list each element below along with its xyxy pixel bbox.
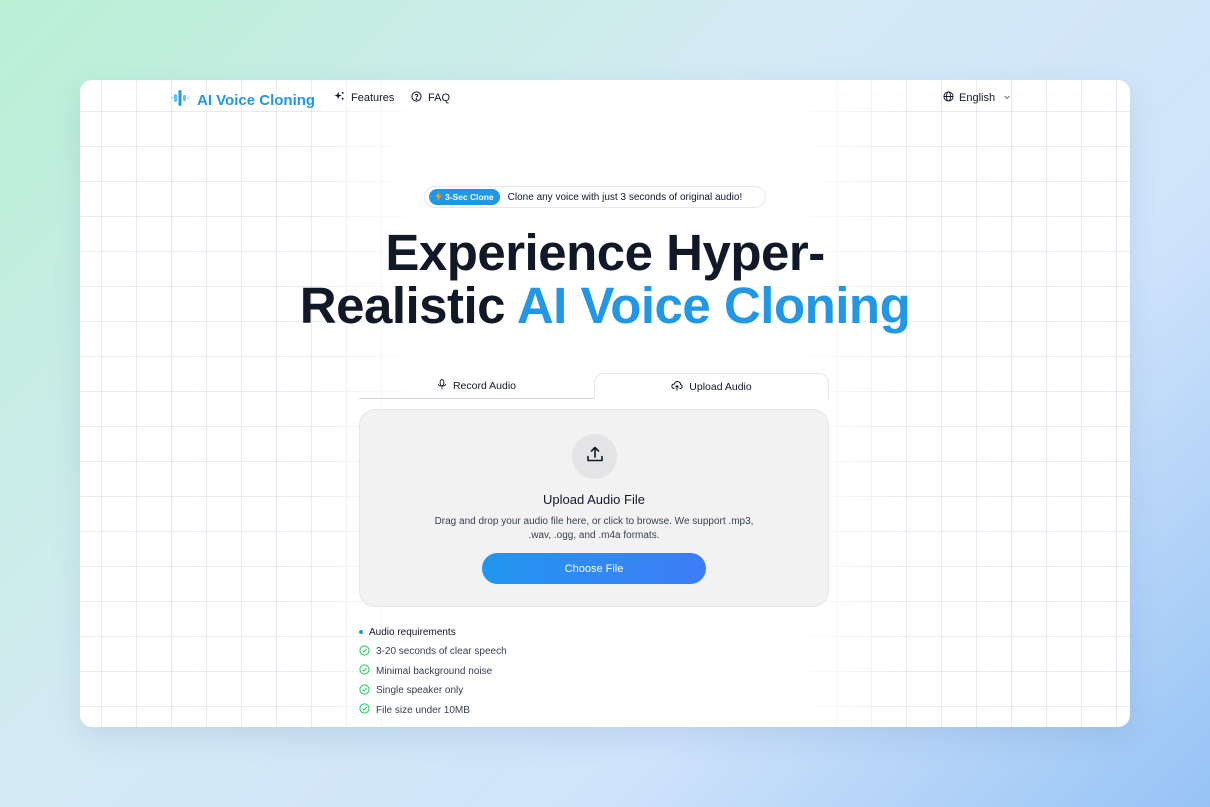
bullet-dot-icon xyxy=(359,630,363,634)
upload-title: Upload Audio File xyxy=(543,492,645,507)
tab-record-audio-label: Record Audio xyxy=(452,379,517,392)
question-circle-icon xyxy=(411,91,422,105)
upload-icon-circle xyxy=(572,434,617,479)
voice-logo-icon xyxy=(171,89,189,112)
nav-faq-link[interactable]: FAQ xyxy=(411,91,450,105)
requirements-heading-label: Audio requirements xyxy=(369,626,456,638)
badge-pill-label: 3-Sec Clone xyxy=(445,192,494,202)
hero-line-1: Experience Hyper- xyxy=(385,224,825,281)
sparkle-icon xyxy=(334,91,345,105)
check-circle-icon xyxy=(359,644,370,659)
language-label: English xyxy=(959,92,996,104)
hero-heading: Experience Hyper- Realistic AI Voice Clo… xyxy=(80,226,1130,332)
announcement-badge: 3-Sec Clone Clone any voice with just 3 … xyxy=(424,186,766,208)
cloud-upload-icon xyxy=(671,380,683,394)
requirement-text: Minimal background noise xyxy=(376,665,493,677)
requirement-item: 3-20 seconds of clear speech xyxy=(359,644,507,659)
upload-description: Drag and drop your audio file here, or c… xyxy=(434,516,754,541)
choose-file-button[interactable]: Choose File xyxy=(482,553,706,584)
badge-pill: 3-Sec Clone xyxy=(429,189,500,205)
requirement-item: Minimal background noise xyxy=(359,664,507,678)
language-selector[interactable]: English xyxy=(943,91,1011,105)
globe-icon xyxy=(943,91,954,105)
requirement-text: Single speaker only xyxy=(376,685,464,696)
check-circle-icon xyxy=(359,683,370,698)
hero-line-2-accent: AI Voice Cloning xyxy=(516,277,911,334)
app-window: AI Voice Cloning Features FAQ English 3-… xyxy=(80,80,1130,727)
check-circle-icon xyxy=(359,703,370,717)
upload-dropzone[interactable]: Upload Audio File Drag and drop your aud… xyxy=(359,409,829,607)
hero-line-2-plain: Realistic xyxy=(299,277,517,334)
lightning-icon xyxy=(435,191,442,203)
brand-name: AI Voice Cloning xyxy=(197,92,316,109)
page-content: AI Voice Cloning Features FAQ English 3-… xyxy=(80,80,1130,727)
requirement-item: File size under 10MB xyxy=(359,703,507,717)
brand-logo-link[interactable]: AI Voice Cloning xyxy=(171,89,315,112)
check-circle-icon xyxy=(359,664,370,678)
requirement-text: File size under 10MB xyxy=(376,704,470,716)
nav-faq-label: FAQ xyxy=(428,92,451,104)
audio-source-tabs: Record Audio Upload Audio xyxy=(359,373,829,399)
tab-upload-audio[interactable]: Upload Audio xyxy=(594,373,829,399)
tab-record-audio[interactable]: Record Audio xyxy=(359,373,594,399)
audio-requirements: Audio requirements 3-20 seconds of clear… xyxy=(359,625,507,717)
nav-features-label: Features xyxy=(351,92,395,104)
chevron-down-icon xyxy=(1003,92,1011,104)
badge-text: Clone any voice with just 3 seconds of o… xyxy=(507,191,743,203)
requirement-item: Single speaker only xyxy=(359,683,507,698)
requirements-heading: Audio requirements xyxy=(359,625,507,639)
nav-features-link[interactable]: Features xyxy=(334,91,394,105)
microphone-icon xyxy=(437,378,447,393)
requirement-text: 3-20 seconds of clear speech xyxy=(376,646,507,657)
tab-upload-audio-label: Upload Audio xyxy=(689,380,752,393)
upload-icon xyxy=(586,445,604,468)
